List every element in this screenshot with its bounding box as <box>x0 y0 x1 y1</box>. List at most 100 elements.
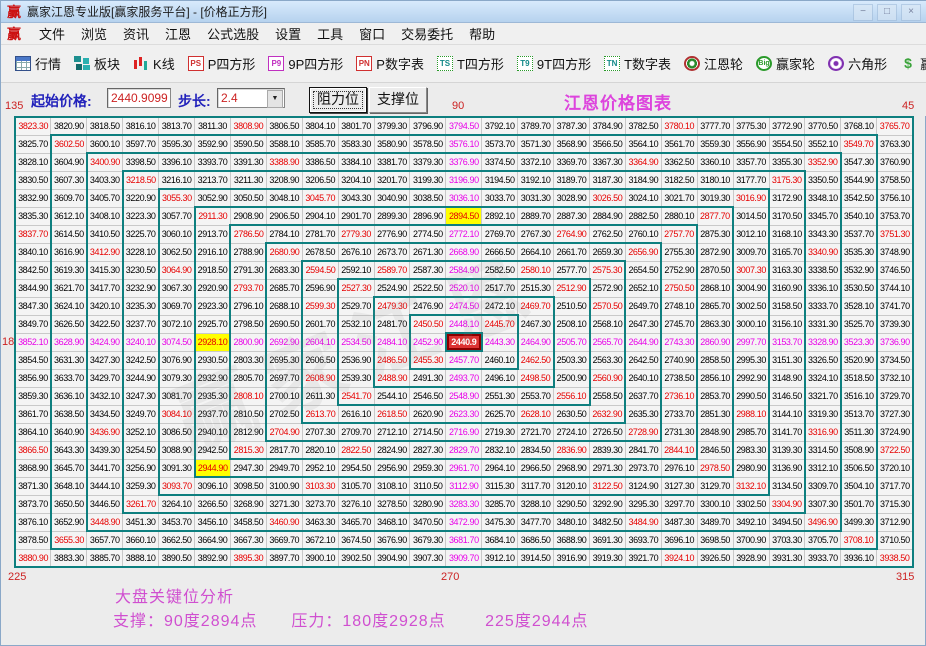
gann-cell: 3628.90 <box>51 333 87 351</box>
gann-cell: 2949.70 <box>266 459 302 477</box>
gann-cell: 3194.50 <box>482 171 518 189</box>
gann-cell: 2788.90 <box>230 243 266 261</box>
step-combobox[interactable]: 2.4 ▼ <box>217 88 285 108</box>
minimize-button[interactable]: − <box>853 4 873 21</box>
gann-cell: 3165.70 <box>769 243 805 261</box>
close-button[interactable]: × <box>901 4 921 21</box>
gann-cell: 2536.90 <box>338 351 374 369</box>
menu-item-窗口[interactable]: 窗口 <box>351 25 393 44</box>
menu-item-浏览[interactable]: 浏览 <box>73 25 115 44</box>
toolbar-item-label: 六角形 <box>848 54 887 73</box>
gann-cell: 3763.30 <box>877 135 913 153</box>
gann-cell: 3422.50 <box>87 315 123 333</box>
gann-cell: 3285.70 <box>482 495 518 513</box>
gann-cell: 3096.10 <box>195 477 231 495</box>
gann-cell: 3033.70 <box>482 189 518 207</box>
toolbar-item-赢家轮[interactable]: Big赢家轮 <box>756 54 815 73</box>
gann-cell: 2491.30 <box>410 369 446 387</box>
gann-cell: 3364.90 <box>625 153 661 171</box>
gann-cell: 3252.10 <box>123 423 159 441</box>
gann-cell: 3652.90 <box>51 513 87 531</box>
gann-cell: 3345.70 <box>805 207 841 225</box>
combo-dropdown-icon[interactable]: ▼ <box>267 90 283 108</box>
gann-cell: 2954.50 <box>338 459 374 477</box>
gann-cell: 3499.30 <box>841 513 877 531</box>
toolbar-item-赢家服务[interactable]: $赢家服务 <box>900 54 926 73</box>
gann-cell: 3537.70 <box>841 225 877 243</box>
toolbar-item-9T四方形[interactable]: T99T四方形 <box>517 54 591 73</box>
menu-item-资讯[interactable]: 资讯 <box>115 25 157 44</box>
gann-cell: 2755.30 <box>661 243 697 261</box>
angle-label-90: 90 <box>452 100 464 112</box>
winner-wheel-icon: Big <box>756 56 772 71</box>
menu-item-设置[interactable]: 设置 <box>267 25 309 44</box>
toolbar-item-江恩轮[interactable]: 江恩轮 <box>684 54 743 73</box>
gann-cell: 3607.30 <box>51 171 87 189</box>
gann-cell: 3439.30 <box>87 441 123 459</box>
menu-item-公式选股[interactable]: 公式选股 <box>199 25 267 44</box>
gann-cell: 3343.30 <box>805 225 841 243</box>
menu-item-文件[interactable]: 文件 <box>31 25 73 44</box>
toolbar-item-label: 江恩轮 <box>704 54 743 73</box>
toolbar-item-板块[interactable]: 板块 <box>74 54 120 73</box>
gann-cell: 2570.50 <box>590 297 626 315</box>
menu-item-江恩[interactable]: 江恩 <box>157 25 199 44</box>
gann-cell: 2664.10 <box>518 243 554 261</box>
toolbar-item-行情[interactable]: 行情 <box>15 54 61 73</box>
gann-cell: 3004.90 <box>733 279 769 297</box>
gann-cell: 3038.50 <box>410 189 446 207</box>
gann-cell: 3297.70 <box>661 495 697 513</box>
gann-cell: 3242.50 <box>123 351 159 369</box>
toolbar-item-K线[interactable]: K线 <box>133 54 175 73</box>
gann-cell: 3060.10 <box>159 225 195 243</box>
key-level-cell: 2928.10 <box>195 333 231 351</box>
gann-cell: 2980.90 <box>733 459 769 477</box>
gann-cell: 3064.90 <box>159 261 195 279</box>
toolbar-item-六角形[interactable]: 六角形 <box>828 54 887 73</box>
gann-cell: 3504.10 <box>841 477 877 495</box>
toolbar-item-T四方形[interactable]: TST四方形 <box>437 54 504 73</box>
gann-cell: 3566.50 <box>590 135 626 153</box>
gann-cell: 2568.10 <box>590 315 626 333</box>
maximize-button[interactable]: □ <box>877 4 897 21</box>
gann-cell: 3864.10 <box>15 423 51 441</box>
gann-cell: 2856.10 <box>697 369 733 387</box>
menu-item-工具[interactable]: 工具 <box>309 25 351 44</box>
gann-cell: 3352.90 <box>805 153 841 171</box>
gann-cell: 2599.30 <box>302 297 338 315</box>
gann-cell: 3840.10 <box>15 243 51 261</box>
t-number-table-icon: TN <box>604 56 620 71</box>
gann-cell: 2510.50 <box>554 297 590 315</box>
gann-cell: 3381.70 <box>374 153 410 171</box>
menu-item-交易委托[interactable]: 交易委托 <box>393 25 461 44</box>
gann-cell: 3585.70 <box>302 135 338 153</box>
toolbar-item-T数字表[interactable]: TN T数字表 <box>604 54 671 73</box>
gann-cell: 3434.50 <box>87 405 123 423</box>
gann-cell: 2565.70 <box>590 333 626 351</box>
resistance-button[interactable]: 阻力位 <box>309 87 367 113</box>
toolbar-item-P数字表[interactable]: PNP数字表 <box>356 54 424 73</box>
gann-cell: 2592.10 <box>338 261 374 279</box>
gann-cell: 2589.70 <box>374 261 410 279</box>
gann-cell: 3458.50 <box>230 513 266 531</box>
gann-cell: 3393.70 <box>195 153 231 171</box>
gann-cell: 3146.50 <box>769 387 805 405</box>
gann-cell: 3220.90 <box>123 189 159 207</box>
gann-cell: 2532.10 <box>338 315 374 333</box>
gann-cell: 3772.90 <box>769 117 805 135</box>
gann-cell: 3230.50 <box>123 261 159 279</box>
menu-item-帮助[interactable]: 帮助 <box>461 25 503 44</box>
start-price-input[interactable]: 2440.9099 <box>107 88 171 108</box>
gann-cell: 3340.90 <box>805 243 841 261</box>
gann-cell: 2956.90 <box>374 459 410 477</box>
gann-cell: 3640.90 <box>51 423 87 441</box>
gann-cell: 2692.90 <box>266 333 302 351</box>
toolbar-item-P四方形[interactable]: PSP四方形 <box>188 54 256 73</box>
gann-cell: 3182.50 <box>661 171 697 189</box>
toolbar-item-9P四方形[interactable]: P99P四方形 <box>268 54 343 73</box>
gann-cell: 3139.30 <box>769 441 805 459</box>
support-button[interactable]: 支撑位 <box>369 87 427 113</box>
toolbar-item-label: T数字表 <box>624 54 671 73</box>
gann-cell: 2719.30 <box>482 423 518 441</box>
gann-cell: 2714.50 <box>410 423 446 441</box>
